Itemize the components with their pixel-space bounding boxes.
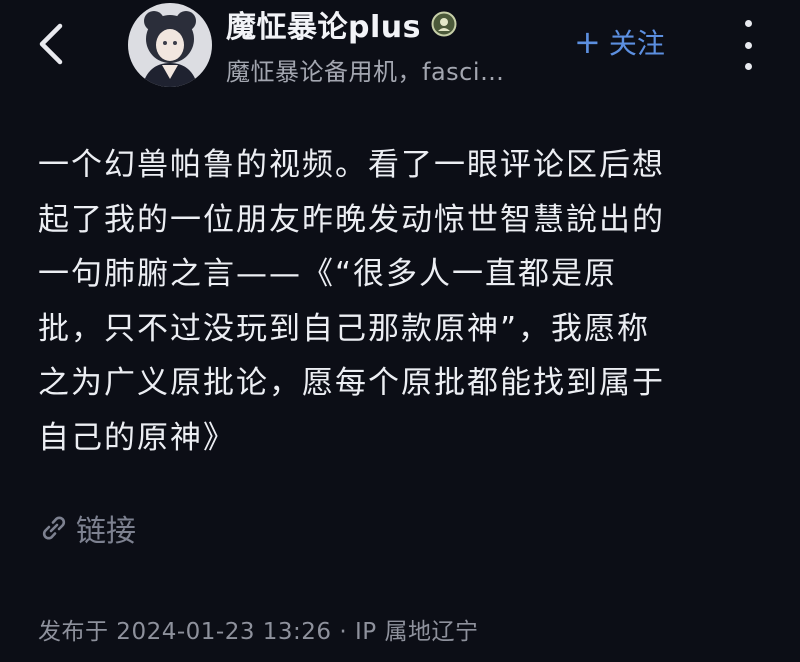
post-meta: 发布于 2024-01-23 13:26 · IP 属地辽宁	[38, 619, 479, 645]
title-row: 魔怔暴论plus	[226, 2, 457, 46]
post-header: 魔怔暴论plus 魔怔暴论备用机，fasci… + 关注	[0, 0, 800, 110]
follow-button[interactable]: + 关注	[574, 22, 665, 62]
back-button[interactable]	[30, 20, 74, 68]
more-vert-icon	[744, 20, 752, 27]
link-label: 链接	[76, 514, 136, 549]
back-arrow-icon	[39, 23, 63, 65]
post-text: 一个幻兽帕鲁的视频。看了一眼评论区后想 起了我的一位朋友昨晚发动惊世智慧說出的 …	[38, 147, 665, 456]
user-name[interactable]: 魔怔暴论plus	[226, 2, 421, 46]
user-subtitle: 魔怔暴论备用机，fasci…	[226, 58, 505, 86]
follow-label: 关注	[608, 27, 665, 60]
avatar[interactable]	[128, 3, 212, 87]
more-options-button[interactable]	[735, 20, 761, 70]
plus-icon: +	[574, 23, 601, 61]
link-button[interactable]: 链接	[38, 506, 136, 550]
verified-badge-icon	[431, 11, 457, 37]
link-icon	[42, 516, 66, 540]
